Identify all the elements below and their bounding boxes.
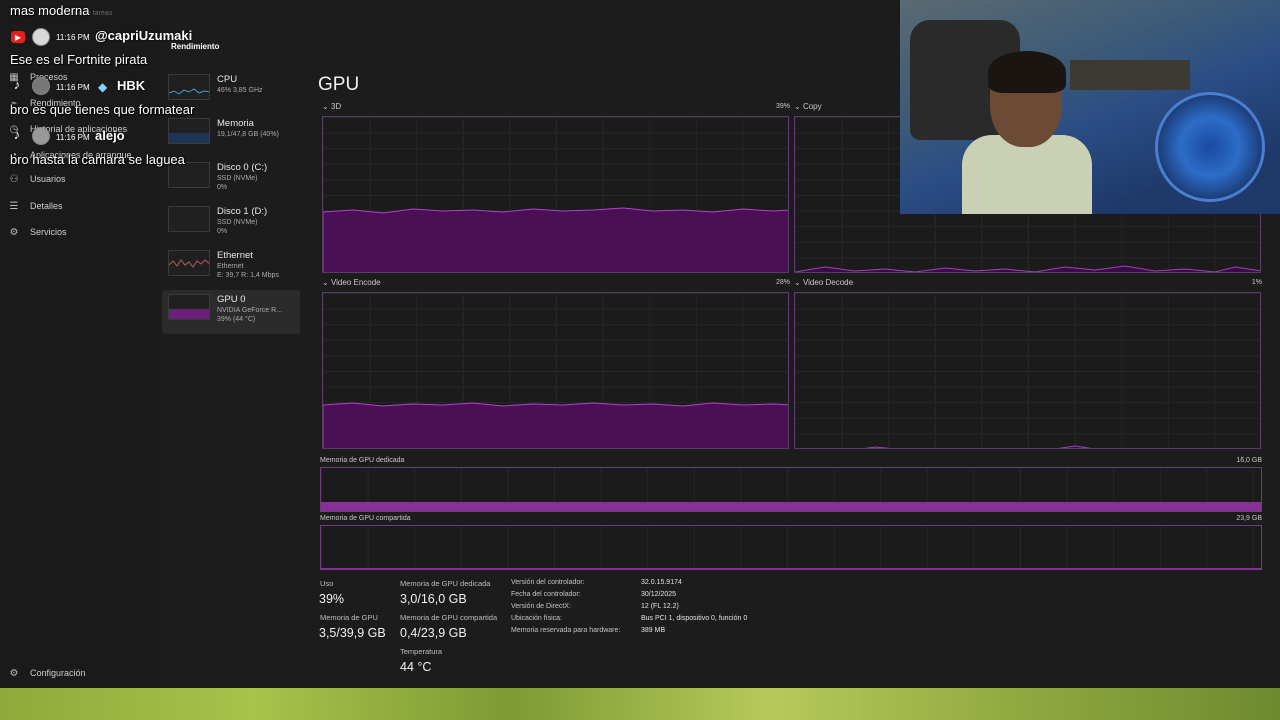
- ethernet-thumbnail: [168, 250, 210, 276]
- shared-memory-graph: [320, 525, 1262, 570]
- device-usage: 0%: [217, 184, 228, 191]
- chat-time: 11:16 PM: [56, 83, 90, 92]
- device-disk1[interactable]: Disco 1 (D:) SSD (NVMe) 0%: [162, 202, 300, 246]
- shared-memory-max: 23,9 GB: [1236, 515, 1262, 522]
- nav-details[interactable]: ☰ Detalles: [8, 195, 63, 217]
- youtube-icon: ▶: [11, 31, 25, 43]
- chat-time: 11:16 PM: [56, 133, 90, 142]
- disk1-thumbnail: [168, 206, 210, 232]
- graph-copy-label[interactable]: ⌄ Copy: [794, 102, 822, 111]
- temperature-label: Temperatura: [400, 647, 443, 656]
- webcam-feed: [900, 0, 1280, 214]
- dedicated-stat-label: Memoria de GPU dedicada: [400, 579, 491, 588]
- device-usage: 39% (44 °C): [217, 316, 256, 323]
- graph-encode-pct: 28%: [775, 279, 790, 286]
- graph-3d: [322, 116, 789, 273]
- chat-overlay: mas moderna ▶ 11:16 PM @capriUzumaki Ese…: [0, 0, 320, 170]
- nav-settings[interactable]: ⚙ Configuración: [8, 662, 86, 684]
- nav-users[interactable]: ⚇ Usuarios: [8, 168, 66, 190]
- device-name: Ethernet: [217, 250, 253, 261]
- graph-video-decode: [794, 292, 1261, 449]
- device-gpu0[interactable]: GPU 0 NVIDIA GeForce R... 39% (44 °C): [162, 290, 300, 334]
- device-name: Disco 1 (D:): [217, 206, 268, 217]
- graph-3d-pct: 39%: [775, 103, 790, 110]
- device-detail: SSD (NVMe): [217, 175, 258, 182]
- device-detail: Ethernet: [217, 263, 244, 270]
- graph-copy-title: Copy: [802, 102, 822, 111]
- list-icon: ☰: [9, 200, 19, 212]
- chevron-down-icon: ⌄: [794, 102, 803, 111]
- streamer: [962, 51, 1092, 214]
- chevron-down-icon: ⌄: [322, 278, 331, 287]
- graph-encode-label[interactable]: ⌄ Video Encode: [322, 278, 381, 287]
- game-background-strip: [0, 688, 1280, 720]
- tiktok-icon: ♪: [13, 126, 21, 142]
- gear-icon: ⚙: [9, 667, 19, 679]
- device-detail: NVIDIA GeForce R...: [217, 307, 282, 314]
- info-value: 30/12/2025: [641, 591, 677, 598]
- graph-decode-title: Video Decode: [802, 278, 854, 287]
- usage-value: 39%: [319, 592, 345, 606]
- graph-3d-label[interactable]: ⌄ 3D: [322, 102, 341, 111]
- info-key: Memoria reservada para hardware:: [511, 627, 621, 634]
- chat-username: HBK: [117, 78, 146, 93]
- avatar: [32, 28, 50, 46]
- graph-encode-title: Video Encode: [330, 278, 381, 287]
- chat-message: bro es que tienes que formatear: [10, 102, 195, 117]
- graph-video-encode: [322, 292, 789, 449]
- dedicated-memory-fill: [321, 502, 1261, 511]
- shared-stat-value: 0,4/23,9 GB: [400, 626, 467, 640]
- avatar: [32, 77, 50, 95]
- gpu-memory-value: 3,5/39,9 GB: [319, 626, 386, 640]
- info-key: Versión de DirectX:: [511, 603, 571, 610]
- dedicated-memory-max: 16,0 GB: [1236, 457, 1262, 464]
- info-value: Bus PCI 1, dispositivo 0, función 0: [641, 615, 748, 622]
- info-key: Fecha del controlador:: [511, 591, 581, 598]
- diamond-icon: ◆: [98, 80, 108, 94]
- device-ethernet[interactable]: Ethernet Ethernet E: 39,7 R: 1,4 Mbps: [162, 246, 300, 290]
- info-key: Versión del controlador:: [511, 579, 585, 586]
- shared-memory-label: Memoria de GPU compartida: [320, 515, 411, 522]
- chat-message: Ese es el Fortnite pirata: [10, 52, 148, 67]
- dedicated-memory-label: Memoria de GPU dedicada: [320, 457, 405, 464]
- chat-username: @capriUzumaki: [95, 28, 193, 43]
- nav-settings-label: Configuración: [30, 668, 86, 678]
- nav-services-label: Servicios: [30, 227, 67, 237]
- avatar: [32, 127, 50, 145]
- usage-label: Uso: [320, 579, 334, 588]
- gpu-memory-label: Memoria de GPU: [320, 613, 378, 622]
- dedicated-memory-graph: [320, 467, 1262, 512]
- puzzle-icon: ⚙: [9, 226, 19, 238]
- info-value: 389 MB: [641, 627, 666, 634]
- nav-services[interactable]: ⚙ Servicios: [8, 221, 67, 243]
- nav-details-label: Detalles: [30, 201, 63, 211]
- chevron-down-icon: ⌄: [322, 102, 331, 111]
- info-key: Ubicación física:: [511, 615, 562, 622]
- fan: [1155, 92, 1265, 202]
- nav-users-label: Usuarios: [30, 174, 66, 184]
- info-value: 32.0.15.9174: [641, 579, 682, 586]
- graph-decode-pct: 1%: [1251, 279, 1262, 286]
- info-value: 12 (FL 12.2): [641, 603, 679, 610]
- tiktok-icon: ♪: [13, 76, 21, 92]
- graph-decode-label[interactable]: ⌄ Video Decode: [794, 278, 853, 287]
- streamer-hair: [988, 51, 1066, 93]
- gpu-thumbnail: [168, 294, 210, 320]
- shared-memory-fill: [321, 568, 1261, 569]
- device-detail: SSD (NVMe): [217, 219, 258, 226]
- chat-message: mas moderna: [10, 3, 90, 18]
- chat-username: alejo: [95, 128, 125, 143]
- chat-message: bro hasta la camara se laguea: [10, 152, 185, 167]
- chat-time: 11:16 PM: [56, 33, 90, 42]
- shared-stat-label: Memoria de GPU compartida: [400, 613, 498, 622]
- device-usage: E: 39,7 R: 1,4 Mbps: [217, 272, 279, 279]
- temperature-value: 44 °C: [400, 660, 432, 674]
- chevron-down-icon: ⌄: [794, 278, 803, 287]
- graph-3d-title: 3D: [330, 102, 342, 111]
- users-icon: ⚇: [9, 173, 19, 185]
- device-usage: 0%: [217, 228, 228, 235]
- page-title: GPU: [318, 74, 360, 95]
- dedicated-stat-value: 3,0/16,0 GB: [400, 592, 467, 606]
- device-name: GPU 0: [217, 294, 246, 305]
